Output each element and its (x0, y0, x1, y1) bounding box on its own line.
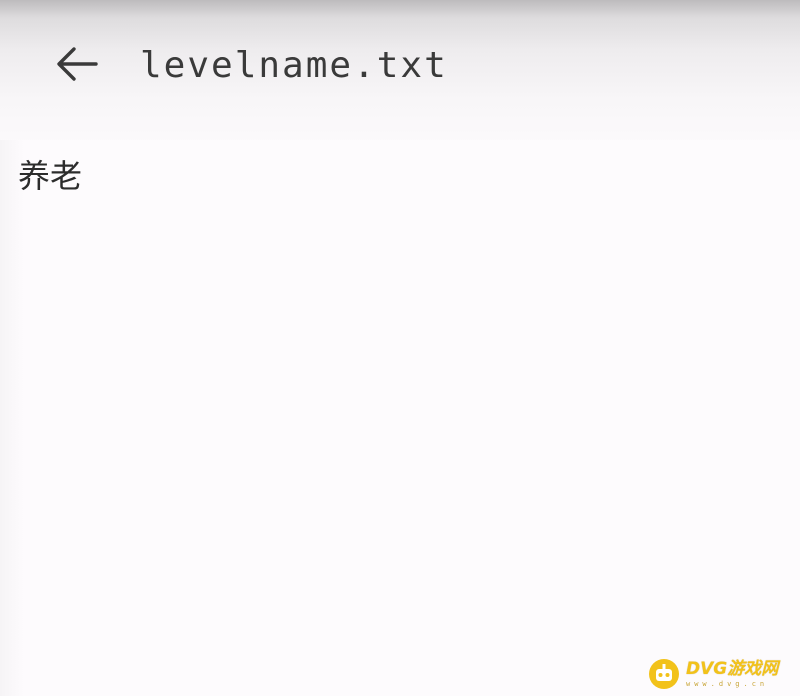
file-content-area[interactable]: 养老 (0, 140, 800, 696)
file-title: levelname.txt (140, 45, 448, 86)
watermark-text: DVG游戏网 (686, 658, 779, 679)
back-button[interactable] (44, 34, 110, 94)
file-content-text: 养老 (18, 157, 83, 195)
app-bar: levelname.txt (0, 0, 800, 130)
watermark-subtext: www.dvg.cn (686, 679, 769, 688)
arrow-left-icon (57, 47, 98, 81)
gamepad-robot-icon (649, 659, 679, 689)
site-watermark: DVG游戏网 www.dvg.cn (648, 652, 800, 696)
